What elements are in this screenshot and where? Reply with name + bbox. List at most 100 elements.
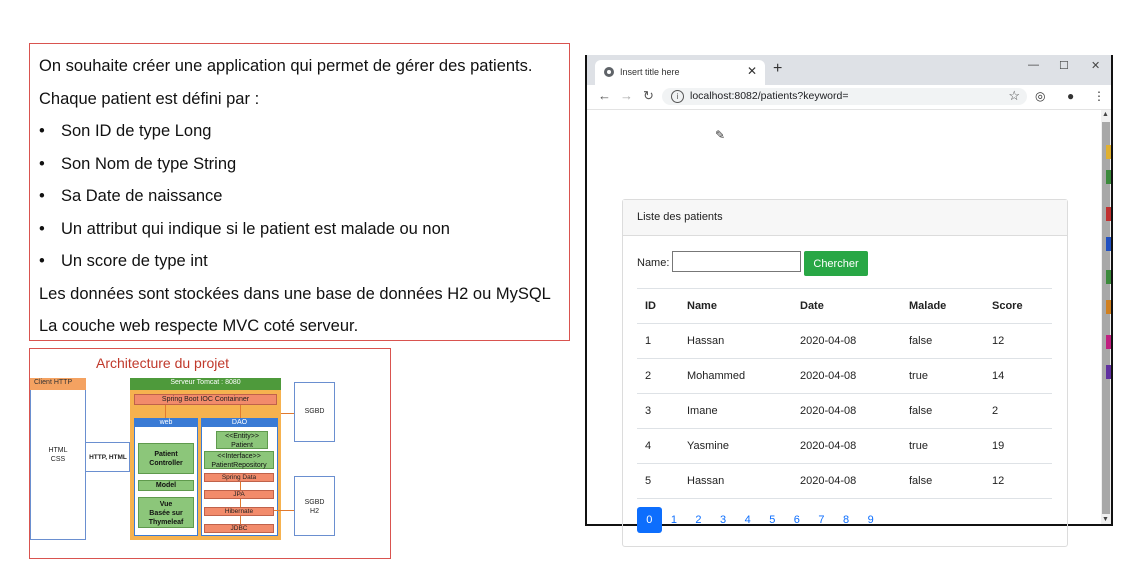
page-link[interactable]: 0 <box>637 507 662 533</box>
page-link[interactable]: 5 <box>760 507 785 533</box>
name-search-input[interactable] <box>672 251 801 272</box>
tab-favicon-icon <box>604 67 614 77</box>
spec-intro: On souhaite créer une application qui pe… <box>39 57 533 75</box>
spec-mvc: La couche web respecte MVC coté serveur. <box>39 317 359 335</box>
architecture-diagram: Architecture du projet Client HTTP HTML … <box>29 348 391 559</box>
cell-score: 12 <box>984 323 1052 359</box>
spec-bullet: • Son ID de type Long <box>39 122 212 140</box>
arrow <box>240 499 241 507</box>
arrow <box>281 413 294 414</box>
page-link[interactable]: 3 <box>711 507 736 533</box>
cell-malade: true <box>901 428 984 464</box>
search-button[interactable]: Chercher <box>804 251 868 276</box>
window-close-icon[interactable]: ✕ <box>1091 59 1100 72</box>
patient-repository: <<Interface>> PatientRepository <box>204 451 274 469</box>
cell-malade: true <box>901 358 984 394</box>
pagination: 0 1 2 3 4 5 6 7 8 9 <box>637 507 883 533</box>
column-header: Score <box>984 288 1052 324</box>
patients-card: Liste des patients Name: Chercher ID Nam… <box>622 199 1068 547</box>
maximize-icon[interactable]: ☐ <box>1059 59 1069 72</box>
cell-name: Imane <box>679 393 792 429</box>
star-icon[interactable]: ☆ <box>1008 88 1020 104</box>
jpa-label: JPA <box>204 490 274 499</box>
extension-icon[interactable]: ◎ <box>1035 89 1045 103</box>
arrow-right-icon[interactable]: → <box>620 88 633 103</box>
spec-storage: Les données sont stockées dans une base … <box>39 284 551 303</box>
arrow <box>274 510 294 511</box>
html-label: HTML <box>48 447 68 454</box>
page-link[interactable]: 2 <box>686 507 711 533</box>
page-viewport: ✎ Liste des patients Name: Chercher ID N… <box>587 110 1101 547</box>
patients-table: ID Name Date Malade Score 1 Hassan 2020-… <box>637 288 1052 499</box>
minimize-icon[interactable]: — <box>1028 59 1039 71</box>
css-label: CSS <box>50 456 66 463</box>
card-title: Liste des patients <box>623 200 1067 236</box>
table-row: 2 Mohammed 2020-04-08 true 14 <box>637 358 1052 394</box>
page-link[interactable]: 1 <box>662 507 687 533</box>
url-text[interactable]: localhost:8082/patients?keyword= <box>690 90 848 102</box>
page-link[interactable]: 9 <box>858 507 883 533</box>
browser-window: Insert title here ✕ + — ☐ ✕ ← → ↻ i loca… <box>585 55 1113 547</box>
arrow <box>240 516 241 524</box>
patient-controller: Patient Controller <box>138 443 194 474</box>
address-bar[interactable]: i localhost:8082/patients?keyword= ☆ <box>662 88 1027 105</box>
arrow <box>240 482 241 490</box>
tomcat-label: Serveur Tomcat : 8080 <box>130 378 281 390</box>
column-header: Name <box>679 288 792 324</box>
scroll-up-icon[interactable]: ▲ <box>1102 111 1109 118</box>
spring-data-label: Spring Data <box>204 473 274 482</box>
model-box: Model <box>138 480 194 491</box>
spring-container-label: Spring Boot IOC Containner <box>134 394 277 405</box>
table-row: 3 Imane 2020-04-08 false 2 <box>637 393 1052 429</box>
arrow-left-icon[interactable]: ← <box>598 88 611 103</box>
info-icon[interactable]: i <box>671 90 684 103</box>
column-header: ID <box>637 288 679 324</box>
spec-bullet: • Un attribut qui indique si le patient e… <box>39 219 450 238</box>
client-http-label: Client HTTP <box>30 378 86 390</box>
sgbd-box: SGBD <box>294 382 335 442</box>
table-row: 4 Yasmine 2020-04-08 true 19 <box>637 428 1052 464</box>
cell-id: 1 <box>637 323 679 359</box>
scroll-down-icon[interactable]: ▼ <box>1102 516 1109 523</box>
protocol-box: HTTP, HTML <box>86 442 130 472</box>
browser-tab[interactable]: Insert title here ✕ <box>595 60 765 85</box>
vue-box: Vue Basée sur Thymeleaf <box>138 497 194 528</box>
kebab-menu-icon[interactable]: ⋮ <box>1093 89 1105 103</box>
spec-bullet: • Son Nom de type String <box>39 154 237 173</box>
cell-date: 2020-04-08 <box>792 463 901 499</box>
profile-icon[interactable]: ● <box>1067 89 1074 103</box>
page-link[interactable]: 4 <box>735 507 760 533</box>
cell-malade: false <box>901 323 984 359</box>
cell-name: Mohammed <box>679 358 792 394</box>
protocol-label: HTTP, HTML <box>89 454 127 461</box>
client-http-box: HTML CSS <box>30 390 86 540</box>
arrow <box>240 405 241 418</box>
page-link[interactable]: 6 <box>785 507 810 533</box>
entity-patient: <<Entity>> Patient <box>216 431 268 449</box>
cell-score: 19 <box>984 428 1052 464</box>
cell-id: 3 <box>637 393 679 429</box>
pencil-icon: ✎ <box>715 128 726 142</box>
sgbd-h2-box: SGBD H2 <box>294 476 335 536</box>
spec-defined-by: Chaque patient est défini par : <box>39 89 260 108</box>
arrow <box>165 405 166 418</box>
table-row: 1 Hassan 2020-04-08 false 12 <box>637 323 1052 359</box>
web-label: web <box>134 418 198 427</box>
cell-score: 14 <box>984 358 1052 394</box>
column-header: Malade <box>901 288 984 324</box>
page-link[interactable]: 8 <box>834 507 859 533</box>
cell-malade: false <box>901 463 984 499</box>
tab-close-icon[interactable]: ✕ <box>747 64 757 78</box>
cell-name: Hassan <box>679 323 792 359</box>
dao-label: DAO <box>201 418 278 427</box>
cell-name: Hassan <box>679 463 792 499</box>
hibernate-label: Hibernate <box>204 507 274 516</box>
jdbc-label: JDBC <box>204 524 274 533</box>
page-link[interactable]: 7 <box>809 507 834 533</box>
browser-toolbar: ← → ↻ i localhost:8082/patients?keyword=… <box>587 85 1111 110</box>
reload-icon[interactable]: ↻ <box>643 88 654 104</box>
new-tab-icon[interactable]: + <box>773 60 782 78</box>
cell-date: 2020-04-08 <box>792 393 901 429</box>
spec-bullet: • Un score de type int <box>39 252 208 270</box>
background-window-edge <box>1106 135 1111 385</box>
